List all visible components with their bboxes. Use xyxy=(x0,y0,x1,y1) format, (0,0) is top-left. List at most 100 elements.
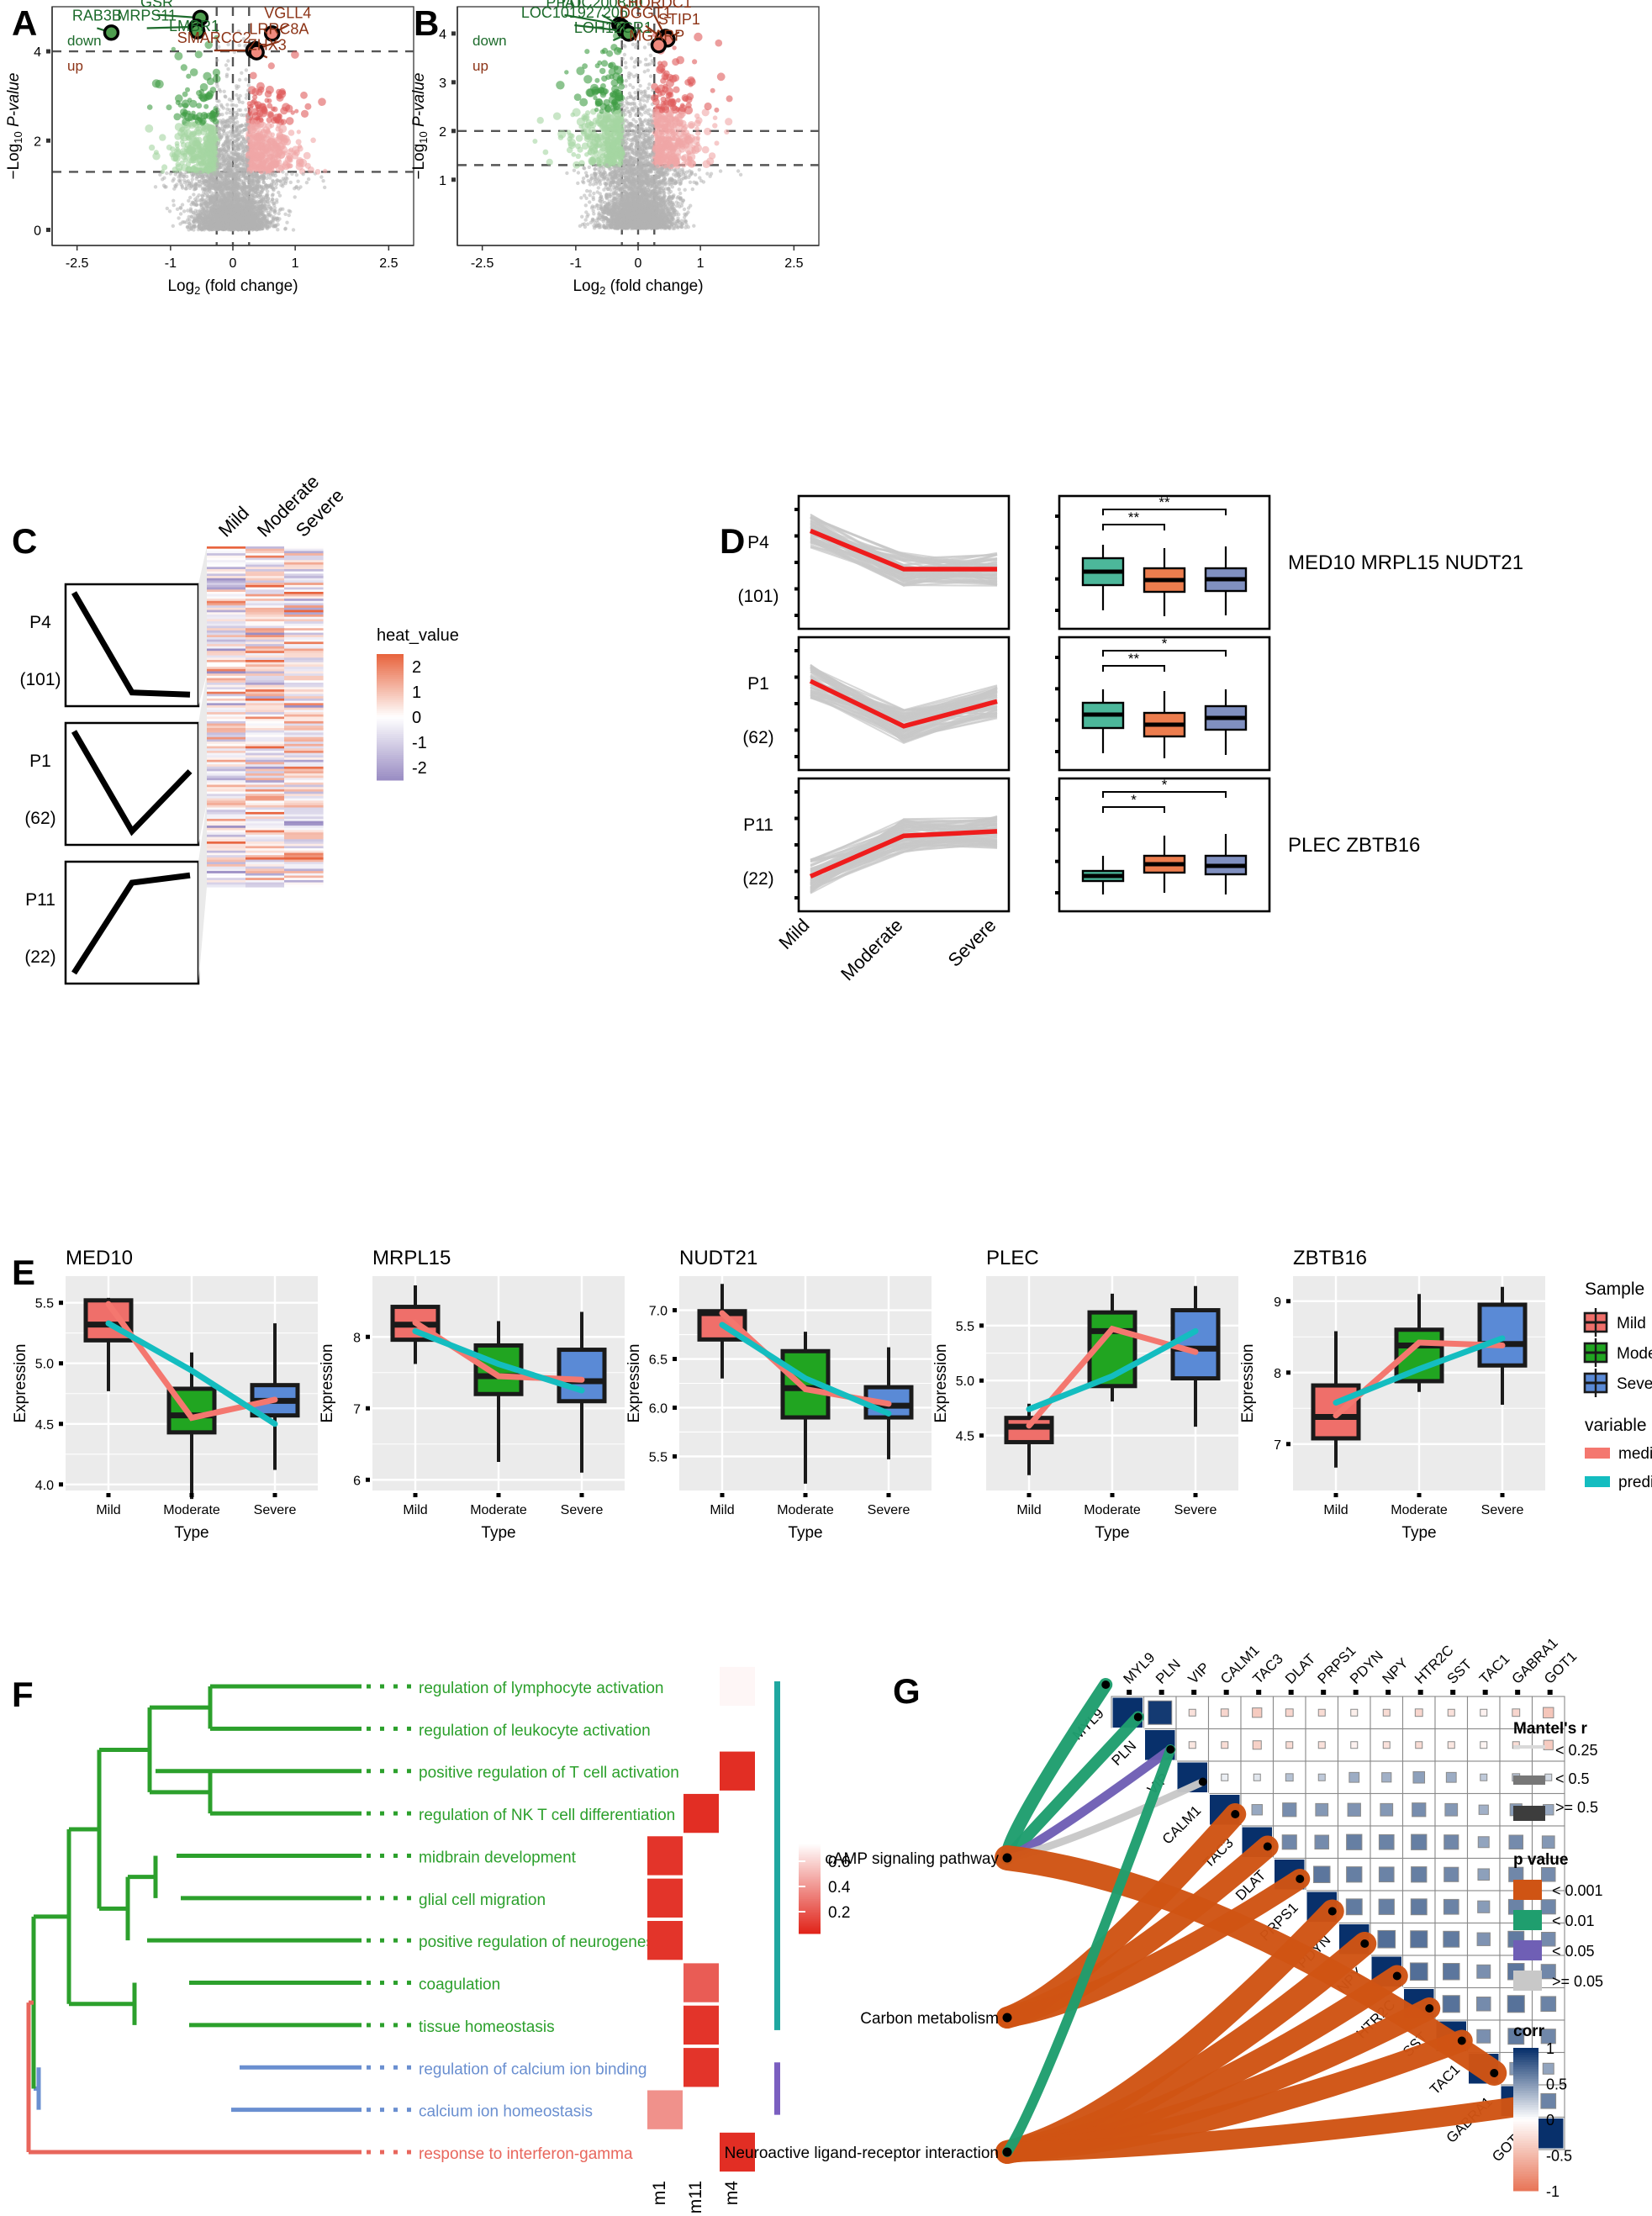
heatmap-legend-tick: 2 xyxy=(412,658,421,677)
gene-x-axis-title: Type xyxy=(174,1524,208,1542)
gene-x-label-Moderate: Moderate xyxy=(777,1503,834,1517)
corr-cell xyxy=(1380,1802,1394,1817)
corr-cell xyxy=(1415,1741,1423,1749)
gene-label-VGLL4: VGLL4 xyxy=(264,4,311,21)
corr-cell xyxy=(1282,1802,1297,1818)
panel-b-volcano: -2.5 -1 0 1 2.5 1 2 3 4 Log2 (fold change) −Log10 … xyxy=(405,0,826,297)
x-tick-label: -2.5 xyxy=(66,256,89,271)
gene-col-VIP: VIP xyxy=(1185,1659,1213,1687)
corr-cell xyxy=(1447,1741,1455,1749)
trend-row-count-P11: (22) xyxy=(742,869,773,889)
legend-mantel-item: >= 0.5 xyxy=(1555,1799,1598,1816)
panel-e-legend: Sample Mild Moderate Severe variable median pr… xyxy=(1583,1279,1652,1491)
module-cell xyxy=(647,1878,683,1918)
corr-cell xyxy=(1188,1741,1196,1749)
legend-title-pvalue: p value xyxy=(1513,1851,1568,1869)
module-cell xyxy=(647,2090,683,2129)
gene-x-label-Mild: Mild xyxy=(403,1503,427,1517)
gene-label-STIP1: STIP1 xyxy=(658,11,700,28)
module-cell xyxy=(683,2048,719,2087)
significance-label: ** xyxy=(1128,651,1140,667)
x-axis-title: Log2 (fold change) xyxy=(573,277,703,297)
legend-up: up xyxy=(472,58,488,74)
corr-cell xyxy=(1443,1898,1459,1915)
gene-y-tick: 4.5 xyxy=(956,1430,974,1444)
gene-x-label-Severe: Severe xyxy=(1174,1503,1217,1517)
gene-x-label-Severe: Severe xyxy=(1481,1503,1524,1517)
gene-y-tick: 7 xyxy=(353,1402,361,1417)
trend-x-label-Mild: Mild xyxy=(774,915,813,953)
corr-cell xyxy=(1409,1962,1428,1981)
trend-row-name-P1: P1 xyxy=(747,674,769,694)
gene-y-axis-title: Expression xyxy=(12,1344,29,1423)
module-cell xyxy=(647,1836,683,1876)
corr-cell xyxy=(1313,1865,1331,1883)
heatmap-legend-title: heat_value xyxy=(377,626,459,645)
corr-cell xyxy=(1253,1773,1261,1781)
side-type-bar xyxy=(774,2062,780,2115)
gene-y-tick: 5.0 xyxy=(35,1358,54,1372)
corr-cell xyxy=(1251,1804,1263,1816)
gene-label-LRRC8A: LRRC8A xyxy=(249,20,309,37)
corr-cell xyxy=(1443,1963,1460,1981)
x-tick-label: 2.5 xyxy=(379,256,398,271)
legend-title-mantel: Mantel's r xyxy=(1513,1720,1588,1738)
module-cell xyxy=(683,2005,719,2045)
corr-cell xyxy=(1480,1773,1488,1781)
gene-y-tick: 4.0 xyxy=(35,1479,54,1493)
corr-cell xyxy=(1349,1771,1360,1783)
gene-y-axis-title: Expression xyxy=(625,1344,643,1423)
corr-cell xyxy=(1445,1771,1457,1783)
corr-cell xyxy=(1314,1834,1330,1850)
corr-cell xyxy=(1252,1707,1263,1718)
trend-boxes-P11: ** xyxy=(1055,777,1271,913)
heatmap-legend-scale xyxy=(377,654,404,781)
corr-cell xyxy=(1350,1708,1359,1717)
module-cell xyxy=(683,1793,719,1833)
module-legend-tick: 0.4 xyxy=(828,1879,851,1897)
gene-x-label-Severe: Severe xyxy=(868,1503,910,1517)
heatmap-body xyxy=(207,546,324,888)
module-label-m4: m4 xyxy=(722,2181,742,2205)
go-term-5: glial cell migration xyxy=(419,1892,546,1909)
volcano-plot-a: -2.5 -1 0 1 2.5 0 2 4 Log2 (fold change) −Log10 P… xyxy=(5,0,414,297)
legend-title-sample: Sample xyxy=(1585,1279,1644,1299)
gene-y-axis-title: Expression xyxy=(319,1344,336,1423)
corr-cell xyxy=(1347,1802,1361,1817)
corr-cell xyxy=(1188,1708,1196,1717)
corr-cell xyxy=(1252,1740,1262,1750)
significance-label: * xyxy=(1162,636,1168,652)
corr-cell xyxy=(1543,1707,1554,1718)
legend-variable-predict: predict xyxy=(1618,1474,1652,1491)
corr-cell xyxy=(1378,1866,1395,1883)
gene-x-label-Mild: Mild xyxy=(1016,1503,1041,1517)
corr-cell xyxy=(1285,1741,1294,1749)
cluster-name-P11: P11 xyxy=(25,890,55,910)
go-term-1: regulation of leukocyte activation xyxy=(419,1722,651,1739)
heatmap-legend-tick: 1 xyxy=(412,683,421,702)
corr-cell xyxy=(1477,1836,1490,1849)
legend-title-variable: variable xyxy=(1585,1416,1647,1435)
trend-row-count-P1: (62) xyxy=(742,728,773,747)
panel-f-go-dendrogram: regulation of lymphocyte activation regul… xyxy=(0,1622,874,2213)
gene-plot-MED10: 4.0 4.5 5.0 5.5 Mild Moderate Severe Type Expres… xyxy=(12,1276,318,1542)
gene-y-tick: 5.5 xyxy=(35,1297,54,1311)
significance-label: * xyxy=(1131,792,1137,808)
panel-a-volcano: -2.5 -1 0 1 2.5 0 2 4 Log2 (fold change) −Log10 P… xyxy=(0,0,420,297)
x-axis-title: Log2 (fold change) xyxy=(167,277,298,297)
corr-cell xyxy=(1285,1708,1294,1717)
y-tick-label: 2 xyxy=(439,125,446,140)
gene-plot-title-MED10: MED10 xyxy=(66,1247,133,1269)
corr-cell xyxy=(1317,1741,1326,1749)
corr-cell xyxy=(1447,1708,1455,1717)
go-term-10: calcium ion homeostasis xyxy=(419,2103,593,2121)
legend-down: down xyxy=(67,33,102,49)
y-tick-label: 1 xyxy=(439,174,446,188)
legend-down: down xyxy=(472,33,507,49)
corr-cell xyxy=(1317,1773,1326,1781)
y-tick-label: 0 xyxy=(34,224,41,238)
legend-pvalue-< 0.001: < 0.001 xyxy=(1552,1882,1603,1899)
legend-pvalue->= 0.05: >= 0.05 xyxy=(1552,1973,1603,1990)
trend-lines-P4 xyxy=(794,494,1011,631)
gene-plot-title-ZBTB16: ZBTB16 xyxy=(1293,1247,1367,1269)
